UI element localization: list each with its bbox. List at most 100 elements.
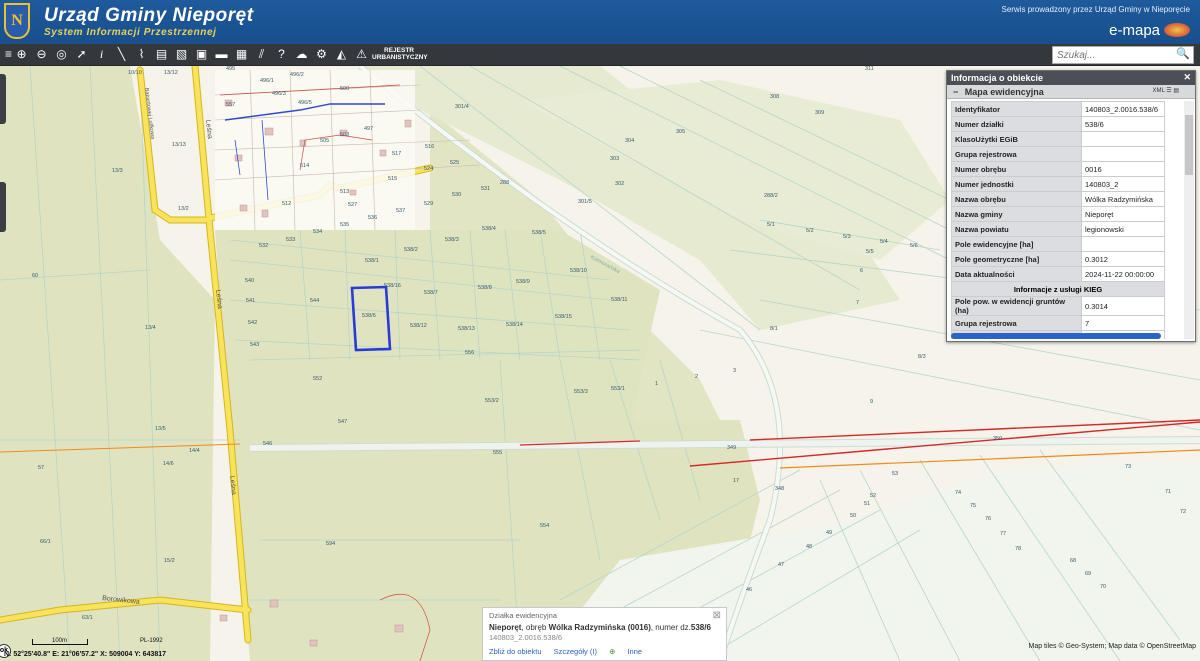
map-label: 15/2 — [164, 558, 175, 564]
link-icon[interactable]: ⌇ — [133, 46, 150, 63]
toolbar: ≡ ⊕ ⊖ ◎ ➚ i ╲ ⌇ ▤ ▧ ▣ ▬ ▦ ⫽ ? ☁ ⚙ ◭ ⚠ RE… — [0, 44, 1200, 66]
left-panel-toggle-2[interactable] — [0, 182, 6, 232]
map-label: 544 — [310, 298, 319, 304]
warning-icon[interactable]: ⚠ — [353, 46, 370, 63]
map-label: 57 — [38, 465, 44, 471]
search-icon[interactable]: 🔍 — [1176, 47, 1190, 61]
select-arrow-icon[interactable]: ➚ — [73, 46, 90, 63]
search-input[interactable] — [1052, 46, 1194, 64]
grid-icon[interactable]: ▦ — [233, 46, 250, 63]
attribute-row: Grupa rejestrowa 7 — [951, 315, 1165, 331]
details-link[interactable]: Szczegóły (I) — [554, 647, 597, 656]
map-label: 516 — [425, 144, 434, 150]
map-label: 13/13 — [172, 142, 186, 148]
map-label: 530 — [452, 192, 461, 198]
map-label: 552 — [313, 376, 322, 382]
window-icon[interactable]: ▣ — [193, 46, 210, 63]
layers-icon[interactable]: ▧ — [173, 46, 190, 63]
emapa-logo — [1164, 23, 1190, 37]
info-section-header[interactable]: − Mapa ewidencyjna XML ☰ ▤ — [947, 85, 1195, 99]
table-icon[interactable]: ▬ — [213, 46, 230, 63]
map-label: 7 — [856, 300, 859, 306]
list-icon[interactable]: ☰ — [1166, 88, 1171, 94]
map-label: 14/6 — [163, 461, 174, 467]
map-label: 75 — [970, 503, 976, 509]
info-panel-title: Informacja o obiekcie ✕ — [947, 71, 1195, 85]
popup-parcel-number: 538/6 — [690, 623, 711, 632]
collapse-icon[interactable]: − — [953, 87, 958, 97]
crs-label: PL-1992 — [140, 638, 163, 644]
map-label: 540 — [245, 278, 254, 284]
settings-icon[interactable]: ⚙ — [313, 46, 330, 63]
zoom-in-icon[interactable]: ⊕ — [13, 46, 30, 63]
map-label: 496/5 — [298, 100, 312, 106]
attribute-key: Pole ewidencyjne [ha] — [951, 236, 1082, 252]
close-icon[interactable]: ✕ — [1183, 72, 1191, 83]
scrollbar[interactable] — [1184, 101, 1194, 339]
attribute-row: Pole geometryczne [ha] 0.3012 — [951, 251, 1165, 267]
map-label: 538/5 — [532, 230, 546, 236]
map-label: 70 — [1100, 584, 1106, 590]
map-label: 495 — [226, 66, 235, 72]
attribute-subheader: Informacje z usługi KIEG — [951, 281, 1165, 297]
hatch-icon[interactable]: ⫽ — [253, 46, 270, 63]
left-panel-toggle[interactable] — [0, 74, 6, 124]
map-label: 538/13 — [458, 326, 475, 332]
app-window: N Urząd Gminy Nieporęt System Informacji… — [0, 0, 1200, 661]
map-label: 538/11 — [611, 297, 627, 303]
attribute-row: Identyfikator 140803_2.0016.538/6 — [951, 101, 1165, 117]
map-label: 536 — [368, 215, 377, 221]
help-icon[interactable]: ? — [273, 46, 290, 63]
attribute-value: 7 — [1081, 315, 1165, 331]
map-label: 553/1 — [611, 386, 625, 392]
map-label: 288 — [500, 180, 509, 186]
xml-button[interactable]: XML — [1152, 88, 1164, 94]
map-label: 14/4 — [189, 448, 200, 454]
print-icon[interactable]: ▤ — [153, 46, 170, 63]
print-icon[interactable]: ▤ — [1173, 88, 1179, 94]
map-label: 66/1 — [40, 539, 51, 545]
map-label: 309 — [815, 110, 824, 116]
map-label: 517 — [392, 151, 401, 157]
map-label: 538/3 — [445, 237, 459, 243]
attribute-key: Identyfikator — [951, 101, 1082, 117]
attribute-subheader-row: Informacje z usługi KIEG — [951, 281, 1165, 297]
map-label: 78 — [1015, 546, 1021, 552]
attribute-row: Nazwa obrębu Wólka Radzymińska — [951, 191, 1165, 207]
attribute-value: 140803_2 — [1081, 176, 1165, 192]
map-label: 311 — [865, 66, 874, 72]
zoom-out-icon[interactable]: ⊖ — [33, 46, 50, 63]
info-icon[interactable]: i — [93, 46, 110, 63]
map-label: 553/2 — [485, 398, 499, 404]
map-label: 13/4 — [145, 325, 156, 331]
brand-emapa[interactable]: e-mapa — [1109, 22, 1160, 39]
attribute-row: Nazwa gminy Nieporęt — [951, 206, 1165, 222]
other-link[interactable]: ⊕ Inne — [609, 647, 652, 656]
map-label: 538/16 — [384, 283, 401, 289]
full-extent-icon[interactable]: ◎ — [53, 46, 70, 63]
map-label: 538/6 — [362, 313, 376, 319]
map-label: 538/10 — [570, 268, 587, 274]
triangle-icon[interactable]: ◭ — [333, 46, 350, 63]
cloud-icon[interactable]: ☁ — [293, 46, 310, 63]
map-label: 47 — [778, 562, 784, 568]
map-label: 5/6 — [910, 243, 918, 249]
attribute-value: 0016 — [1081, 161, 1165, 177]
other-link-label: Inne — [627, 647, 643, 656]
map-label: 68 — [1070, 558, 1076, 564]
zoom-to-object-link[interactable]: Zbliż do obiektu — [489, 647, 542, 656]
map-label: 60 — [32, 273, 38, 279]
map-label: 9 — [870, 399, 873, 405]
attribute-key: Nazwa gminy — [951, 206, 1082, 222]
map-label: 5/5 — [866, 249, 874, 255]
scrollbar-thumb[interactable] — [1185, 115, 1193, 175]
popup-text: , numer dz. — [650, 623, 691, 632]
map-label: 513 — [340, 189, 349, 195]
close-icon[interactable]: ⊠ — [713, 610, 721, 621]
attribute-row: Pole pow. w ewidencji gruntów (ha) 0.3014 — [951, 296, 1165, 316]
attribute-key: Grupa rejestrowa — [951, 146, 1082, 162]
attribute-row: Nazwa powiatu legionowski — [951, 221, 1165, 237]
register-button[interactable]: REJESTR URBANISTYCZNY — [372, 47, 428, 61]
measure-distance-icon[interactable]: ╲ — [113, 46, 130, 63]
map-label: 53 — [892, 471, 898, 477]
